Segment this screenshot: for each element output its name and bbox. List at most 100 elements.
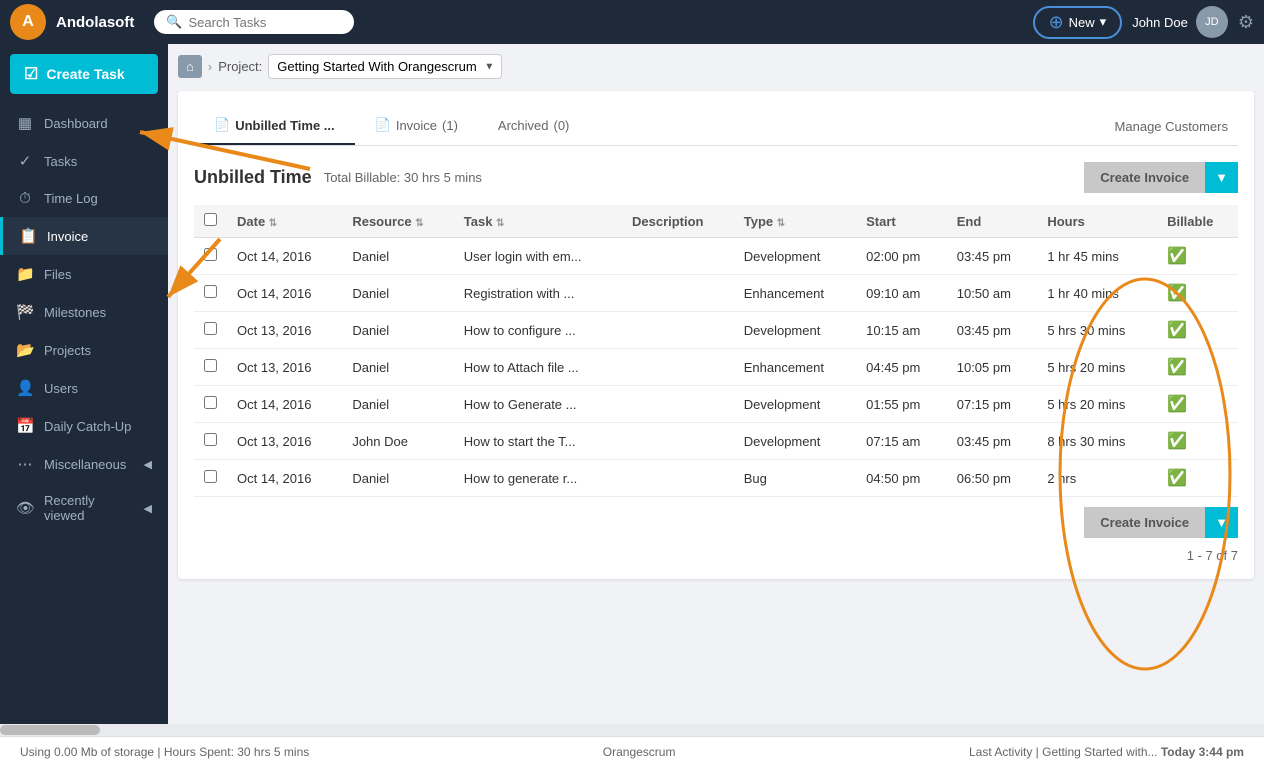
row-checkbox-2[interactable] (204, 322, 217, 335)
manage-customers-button[interactable]: Manage Customers (1105, 113, 1238, 140)
cell-description (622, 312, 734, 349)
col-description: Description (622, 205, 734, 238)
cell-resource: Daniel (342, 312, 453, 349)
row-checkbox-1[interactable] (204, 285, 217, 298)
sidebar-item-dailycatchup[interactable]: 📅 Daily Catch-Up (0, 407, 168, 445)
sidebar-item-label: Users (44, 381, 152, 396)
cell-start: 04:45 pm (856, 349, 947, 386)
cell-hours: 1 hr 45 mins (1037, 238, 1157, 275)
breadcrumb-project-label: Project: (218, 59, 262, 74)
create-invoice-bottom-dropdown[interactable]: ▼ (1205, 507, 1238, 538)
sidebar-item-tasks[interactable]: ✓ Tasks (0, 142, 168, 180)
cell-type: Bug (734, 460, 856, 497)
tab-unbilled[interactable]: 📄 Unbilled Time ... (194, 107, 355, 145)
cell-task: How to generate r... (454, 460, 622, 497)
cell-end: 03:45 pm (947, 238, 1038, 275)
cell-start: 04:50 pm (856, 460, 947, 497)
tasks-icon: ✓ (16, 152, 34, 170)
tab-unbilled-label: Unbilled Time ... (235, 118, 334, 133)
sidebar-item-users[interactable]: 👤 Users (0, 369, 168, 407)
plus-icon: ⊕ (1049, 12, 1064, 33)
sidebar-item-label: Invoice (47, 229, 152, 244)
cell-date: Oct 13, 2016 (227, 423, 342, 460)
select-all-checkbox[interactable] (204, 213, 217, 226)
recentlyviewed-icon: 👁 (16, 499, 34, 517)
avatar: JD (1196, 6, 1228, 38)
timelog-icon: ⏱ (16, 190, 34, 207)
tab-invoice[interactable]: 📄 Invoice (1) (355, 107, 478, 145)
cell-type: Development (734, 386, 856, 423)
create-invoice-bottom-button[interactable]: Create Invoice (1084, 507, 1205, 538)
cell-hours: 5 hrs 20 mins (1037, 386, 1157, 423)
home-icon[interactable]: ⌂ (178, 55, 202, 78)
sidebar-item-timelog[interactable]: ⏱ Time Log (0, 180, 168, 217)
sidebar-item-miscellaneous[interactable]: ⋯ Miscellaneous ◀ (0, 445, 168, 483)
chevron-down-icon: ▾ (1100, 14, 1107, 30)
billable-icon: ✅ (1167, 248, 1187, 265)
new-button[interactable]: ⊕ New ▾ (1033, 6, 1123, 39)
sidebar-item-label: Time Log (44, 191, 152, 206)
sidebar-item-label: Miscellaneous (44, 457, 134, 472)
section-header: Unbilled Time Total Billable: 30 hrs 5 m… (194, 162, 1238, 193)
sidebar-item-label: Recently viewed (44, 493, 134, 523)
sidebar-item-projects[interactable]: 📂 Projects (0, 331, 168, 369)
footer-brand: Orangescrum (603, 745, 676, 759)
cell-task: How to start the T... (454, 423, 622, 460)
cell-type: Development (734, 423, 856, 460)
cell-end: 06:50 pm (947, 460, 1038, 497)
cell-hours: 5 hrs 30 mins (1037, 312, 1157, 349)
dailycatchup-icon: 📅 (16, 417, 34, 435)
sidebar-item-files[interactable]: 📁 Files (0, 255, 168, 293)
table-row: Oct 14, 2016 Daniel Registration with ..… (194, 275, 1238, 312)
cell-start: 09:10 am (856, 275, 947, 312)
sidebar-item-dashboard[interactable]: ▦ Dashboard (0, 104, 168, 142)
row-checkbox-0[interactable] (204, 248, 217, 261)
pagination: 1 - 7 of 7 (194, 548, 1238, 563)
cell-billable: ✅ (1157, 349, 1238, 386)
horizontal-scrollbar[interactable] (0, 724, 1264, 736)
project-select-wrap[interactable]: Getting Started With Orangescrum (268, 54, 502, 79)
cell-hours: 5 hrs 20 mins (1037, 349, 1157, 386)
create-invoice-dropdown-button[interactable]: ▼ (1205, 162, 1238, 193)
billable-icon: ✅ (1167, 433, 1187, 450)
cell-resource: Daniel (342, 238, 453, 275)
cell-date: Oct 14, 2016 (227, 460, 342, 497)
table-row: Oct 13, 2016 Daniel How to Attach file .… (194, 349, 1238, 386)
scrollbar-thumb[interactable] (0, 725, 100, 735)
create-invoice-button[interactable]: Create Invoice (1084, 162, 1205, 193)
col-start: Start (856, 205, 947, 238)
cell-date: Oct 14, 2016 (227, 275, 342, 312)
cell-resource: Daniel (342, 349, 453, 386)
create-task-button[interactable]: ☑ Create Task (10, 54, 158, 94)
project-select[interactable]: Getting Started With Orangescrum (268, 54, 502, 79)
search-input[interactable] (189, 15, 339, 30)
row-checkbox-6[interactable] (204, 470, 217, 483)
sidebar-item-milestones[interactable]: 🏁 Milestones (0, 293, 168, 331)
row-checkbox-4[interactable] (204, 396, 217, 409)
cell-hours: 8 hrs 30 mins (1037, 423, 1157, 460)
cell-billable: ✅ (1157, 238, 1238, 275)
col-resource: Resource ⇅ (342, 205, 453, 238)
tab-archived-count: (0) (554, 118, 570, 133)
sidebar-item-recentlyviewed[interactable]: 👁 Recently viewed ◀ (0, 483, 168, 533)
search-bar[interactable]: 🔍 (154, 10, 354, 34)
tab-archived[interactable]: Archived (0) (478, 108, 589, 145)
cell-resource: Daniel (342, 460, 453, 497)
billable-icon: ✅ (1167, 322, 1187, 339)
col-end: End (947, 205, 1038, 238)
table-row: Oct 13, 2016 Daniel How to configure ...… (194, 312, 1238, 349)
breadcrumb: ⌂ › Project: Getting Started With Orange… (178, 54, 1254, 79)
cell-type: Enhancement (734, 349, 856, 386)
create-task-icon: ☑ (24, 64, 38, 84)
user-info: John Doe JD (1132, 6, 1228, 38)
cell-type: Enhancement (734, 275, 856, 312)
cell-task: How to configure ... (454, 312, 622, 349)
tab-bar: 📄 Unbilled Time ... 📄 Invoice (1) Archiv… (194, 107, 1238, 146)
settings-icon[interactable]: ⚙ (1238, 12, 1254, 33)
sidebar-item-invoice[interactable]: 📋 Invoice (0, 217, 168, 255)
content-area: ⌂ › Project: Getting Started With Orange… (168, 44, 1264, 724)
row-checkbox-3[interactable] (204, 359, 217, 372)
sidebar-item-label: Daily Catch-Up (44, 419, 152, 434)
row-checkbox-5[interactable] (204, 433, 217, 446)
invoice-icon: 📋 (19, 227, 37, 245)
